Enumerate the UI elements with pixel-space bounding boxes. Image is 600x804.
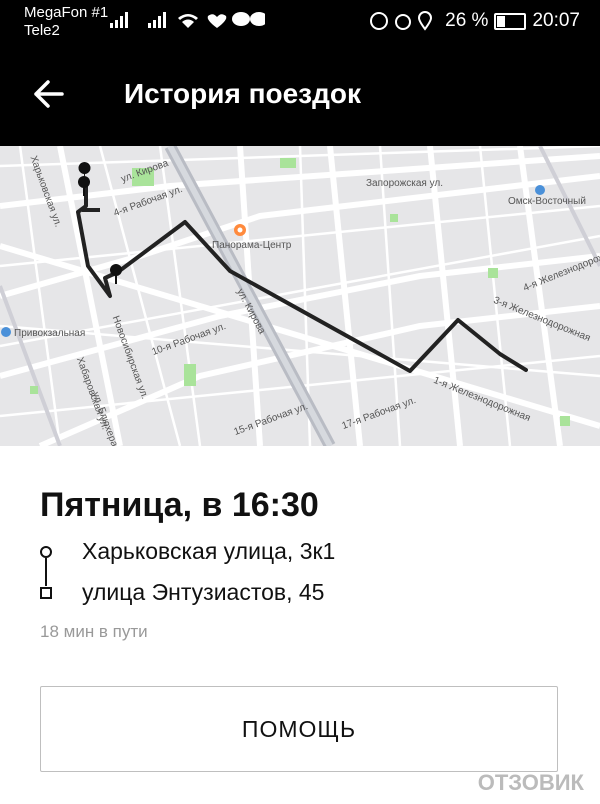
route-line-icon (45, 558, 47, 586)
carrier-name-1: MegaFon #1 (24, 4, 109, 21)
status-bar: MegaFon #1 Tele2 26 % 20:07 (0, 0, 600, 44)
trip-day-time: Пятница, в 16:30 (40, 486, 319, 524)
destination-address: улица Энтузиастов, 45 (82, 579, 325, 605)
map-label: Привокзальная (14, 328, 86, 339)
battery-percent: 26 % (445, 10, 489, 31)
arrow-left-icon (34, 80, 64, 108)
map-label: Панорама-Центр (212, 240, 292, 251)
map-label: Запорожская ул. (366, 178, 444, 189)
trip-duration: 18 мин в пути (40, 622, 148, 641)
help-button[interactable]: ПОМОЩЬ (40, 686, 558, 772)
trip-card: Пятница, в 16:30 Харьковская улица, 3к1 … (0, 446, 600, 804)
page-title: История поездок (124, 78, 361, 109)
battery-icon (494, 12, 527, 30)
back-button[interactable] (28, 74, 68, 114)
origin-icon (40, 546, 52, 558)
origin-address: Харьковская улица, 3к1 (82, 538, 336, 564)
signal-icons (110, 10, 268, 35)
map-label: Омск-Восточный (508, 196, 586, 207)
app-bar: История поездок (0, 44, 600, 146)
carrier-name-2: Tele2 (24, 22, 60, 39)
watermark-logo: ОТЗОВИК (477, 770, 584, 795)
status-icons (370, 11, 433, 31)
route-map[interactable]: Запорожская ул. Омск-Восточный Панорама-… (0, 146, 600, 446)
status-right: 26 % 20:07 (369, 10, 580, 32)
destination-icon (40, 587, 52, 599)
signal-wifi-icons (110, 12, 268, 28)
clock: 20:07 (532, 10, 580, 31)
